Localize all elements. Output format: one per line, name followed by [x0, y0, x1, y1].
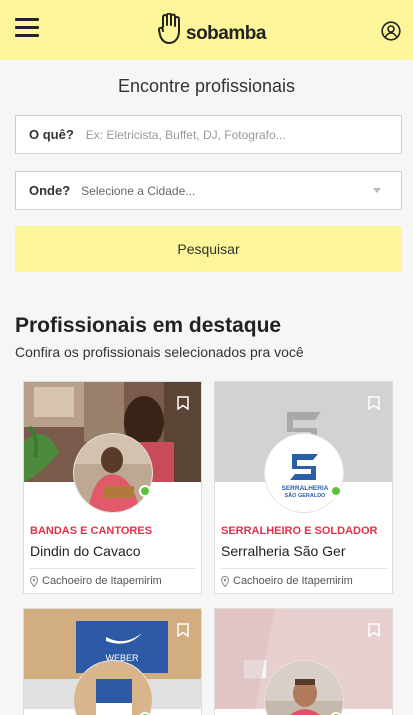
divider	[30, 568, 196, 569]
professional-card[interactable]: SERRALHERIA SÃO GERALDO SERRALHEIRO E SO…	[214, 381, 393, 594]
avatar	[73, 433, 153, 513]
where-label: Onde?	[29, 183, 71, 198]
hamburger-icon[interactable]	[15, 18, 39, 38]
brand-logo[interactable]: sobamba	[158, 12, 266, 46]
hand-logo-icon	[158, 13, 180, 44]
avatar: SERRALHERIA SÃO GERALDO	[264, 433, 344, 513]
divider	[221, 568, 387, 569]
featured-subtitle: Confira os profissionais selecionados pr…	[15, 344, 304, 360]
what-label: O quê?	[29, 127, 74, 142]
what-input[interactable]	[85, 127, 401, 142]
professional-card[interactable]: BANDAS E CANTORES Dindin do Cavaco Cacho…	[23, 381, 202, 594]
bookmark-icon[interactable]	[368, 396, 380, 410]
location-pin-icon	[221, 575, 229, 587]
verified-badge-icon	[330, 485, 342, 497]
card-location: Cachoeiro de Itapemirim	[30, 575, 162, 587]
bookmark-icon[interactable]	[177, 623, 189, 637]
card-category: SERRALHEIRO E SOLDADOR	[221, 525, 378, 537]
featured-title: Profissionais em destaque	[15, 314, 282, 337]
card-location-text: Cachoeiro de Itapemirim	[233, 575, 353, 587]
user-circle-icon[interactable]	[381, 21, 401, 41]
logo-text: SÃO GERALDO	[285, 492, 327, 499]
card-name[interactable]: Serralheria São Ger	[221, 543, 387, 559]
what-field[interactable]: O quê?	[15, 115, 402, 154]
professional-card[interactable]: WEBER	[23, 608, 202, 715]
location-pin-icon	[30, 575, 38, 587]
bookmark-icon[interactable]	[368, 623, 380, 637]
bookmark-icon[interactable]	[177, 396, 189, 410]
card-name[interactable]: Dindin do Cavaco	[30, 543, 196, 559]
city-select-value[interactable]: Selecione a Cidade...	[81, 184, 373, 198]
card-location: Cachoeiro de Itapemirim	[221, 575, 353, 587]
where-select[interactable]: Onde? Selecione a Cidade...	[15, 171, 402, 210]
card-location-text: Cachoeiro de Itapemirim	[42, 575, 162, 587]
search-button[interactable]: Pesquisar	[15, 226, 402, 272]
top-bar: sobamba	[0, 0, 413, 60]
verified-badge-icon	[139, 485, 151, 497]
professional-card[interactable]	[214, 608, 393, 715]
search-title: Encontre profissionais	[117, 76, 296, 96]
logo-text: SERRALHERIA	[282, 485, 329, 492]
card-category: BANDAS E CANTORES	[30, 525, 153, 537]
brand-name: sobamba	[186, 23, 266, 44]
chevron-down-icon[interactable]	[373, 188, 381, 193]
